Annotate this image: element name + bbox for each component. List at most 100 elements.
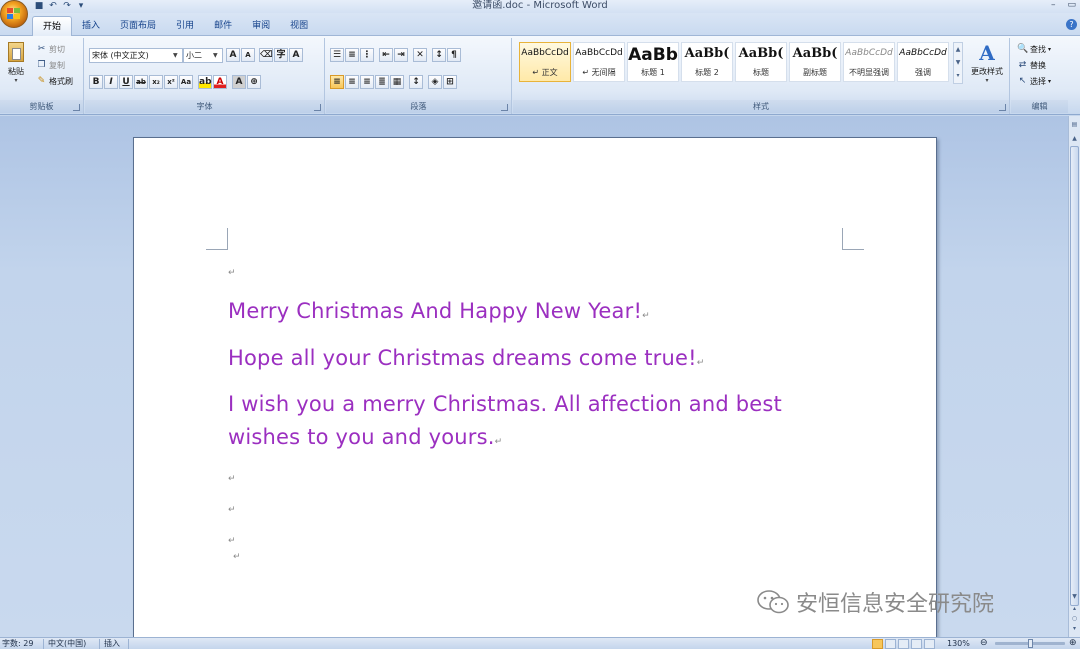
doc-line-2[interactable]: Hope all your Christmas dreams come true…	[228, 346, 705, 370]
zoom-in-icon[interactable]: ⊕	[1069, 638, 1077, 649]
align-right-icon[interactable]: ≡	[360, 75, 374, 89]
numbering-icon[interactable]: ≡	[345, 48, 359, 62]
doc-line-4[interactable]: wishes to you and yours.↵	[228, 425, 502, 449]
style-no-spacing[interactable]: AaBbCcDd ↵ 无间隔	[573, 42, 625, 82]
full-screen-view-icon[interactable]	[885, 639, 896, 649]
zoom-out-icon[interactable]: ⊖	[980, 638, 988, 649]
tab-view[interactable]: 视图	[280, 16, 318, 36]
change-styles-button[interactable]: A 更改样式 ▾	[967, 40, 1007, 84]
customize-icon[interactable]: ▾	[76, 1, 86, 11]
web-layout-view-icon[interactable]	[898, 639, 909, 649]
style-gallery-scroll[interactable]: ▲ ▼ ▾	[953, 42, 963, 84]
enclose-char-icon[interactable]: ⊕	[247, 75, 261, 89]
save-icon[interactable]: ■	[34, 1, 44, 11]
tab-home[interactable]: 开始	[32, 16, 73, 36]
bullets-icon[interactable]: ☰	[330, 48, 344, 62]
show-marks-icon[interactable]: ¶	[447, 48, 461, 62]
select-button[interactable]: ↖ 选择 ▾	[1017, 74, 1051, 88]
font-launcher-icon[interactable]	[314, 104, 321, 111]
scrollbar-thumb[interactable]	[1070, 146, 1079, 606]
scroll-up-icon[interactable]: ▲	[1070, 134, 1079, 143]
sort-icon[interactable]: ↕	[432, 48, 446, 62]
bold-icon[interactable]: B	[89, 75, 103, 89]
underline-icon[interactable]: U	[119, 75, 133, 89]
paragraph-launcher-icon[interactable]	[501, 104, 508, 111]
chinese-layout-icon[interactable]: ✕	[413, 48, 427, 62]
word-count[interactable]: 字数: 29	[2, 638, 33, 649]
align-left-icon[interactable]: ≡	[330, 75, 344, 89]
cut-button[interactable]: ✂ 剪切	[36, 42, 65, 56]
tab-page-layout[interactable]: 页面布局	[110, 16, 166, 36]
find-button[interactable]: 🔍 查找 ▾	[1017, 42, 1051, 56]
zoom-level[interactable]: 130%	[947, 638, 970, 649]
copy-button[interactable]: ❐ 复制	[36, 58, 65, 72]
distributed-icon[interactable]: ▦	[390, 75, 404, 89]
increase-indent-icon[interactable]: ⇥	[394, 48, 408, 62]
restore-button[interactable]: ▭	[1067, 0, 1076, 11]
style-normal[interactable]: AaBbCcDd ↵ 正文	[519, 42, 571, 82]
doc-line-3[interactable]: I wish you a merry Christmas. All affect…	[228, 392, 782, 416]
font-name-dropdown-icon[interactable]: ▼	[173, 49, 181, 62]
vertical-scrollbar[interactable]: ▤ ▲ ▼ ▴ ○ ▾	[1068, 116, 1080, 637]
line-spacing-icon[interactable]: ↕	[409, 75, 423, 89]
insert-mode[interactable]: 插入	[104, 638, 120, 649]
style-title[interactable]: AaBb( 标题	[735, 42, 787, 82]
format-painter-button[interactable]: ✎ 格式刷	[36, 74, 73, 88]
tab-review[interactable]: 审阅	[242, 16, 280, 36]
change-case-icon[interactable]: Aa	[179, 75, 193, 89]
scroll-down-icon[interactable]: ▼	[1070, 592, 1079, 601]
language-indicator[interactable]: 中文(中国)	[48, 638, 86, 649]
style-name: 标题 2	[695, 68, 719, 77]
help-icon[interactable]: ?	[1066, 19, 1077, 30]
zoom-slider-thumb[interactable]	[1028, 639, 1033, 648]
paste-button[interactable]: 粘贴 ▾	[6, 42, 26, 86]
next-page-icon[interactable]: ▾	[1070, 624, 1079, 633]
font-size-combo[interactable]: 小二 ▼	[183, 48, 223, 63]
justify-icon[interactable]: ≣	[375, 75, 389, 89]
redo-icon[interactable]: ↷	[62, 1, 72, 11]
tab-references[interactable]: 引用	[166, 16, 204, 36]
print-layout-view-icon[interactable]	[872, 639, 883, 649]
tab-mailings[interactable]: 邮件	[204, 16, 242, 36]
shading-icon[interactable]: ◈	[428, 75, 442, 89]
document-page[interactable]: ↵ Merry Christmas And Happy New Year!↵ H…	[133, 137, 937, 647]
grow-font-icon[interactable]: A	[226, 48, 240, 62]
borders-icon[interactable]: ⊞	[443, 75, 457, 89]
style-emphasis[interactable]: AaBbCcDd 强调	[897, 42, 949, 82]
paste-dropdown-icon[interactable]: ▾	[6, 77, 26, 84]
style-subtle-emphasis[interactable]: AaBbCcDd 不明显强调	[843, 42, 895, 82]
clear-format-icon[interactable]: ⌫	[259, 48, 273, 62]
clipboard-launcher-icon[interactable]	[73, 104, 80, 111]
italic-icon[interactable]: I	[104, 75, 118, 89]
find-dropdown-icon: ▾	[1048, 45, 1052, 53]
subscript-icon[interactable]: x₂	[149, 75, 163, 89]
style-subtitle[interactable]: AaBb( 副标题	[789, 42, 841, 82]
font-color-icon[interactable]: A	[213, 75, 227, 89]
highlight-icon[interactable]: ab	[198, 75, 212, 89]
multilevel-list-icon[interactable]: ⋮	[360, 48, 374, 62]
doc-line-1[interactable]: Merry Christmas And Happy New Year!↵	[228, 299, 650, 323]
strikethrough-icon[interactable]: ab	[134, 75, 148, 89]
draft-view-icon[interactable]	[924, 639, 935, 649]
style-heading-2[interactable]: AaBb( 标题 2	[681, 42, 733, 82]
undo-icon[interactable]: ↶	[48, 1, 58, 11]
tab-insert[interactable]: 插入	[72, 16, 110, 36]
align-center-icon[interactable]: ≡	[345, 75, 359, 89]
phonetic-guide-icon[interactable]: 字	[274, 48, 288, 62]
ruler-toggle-icon[interactable]: ▤	[1070, 120, 1079, 129]
prev-page-icon[interactable]: ▴	[1070, 604, 1079, 613]
char-shading-icon[interactable]: A	[232, 75, 246, 89]
style-heading-1[interactable]: AaBb 标题 1	[627, 42, 679, 82]
outline-view-icon[interactable]	[911, 639, 922, 649]
char-border-icon[interactable]: A	[289, 48, 303, 62]
office-button[interactable]	[0, 0, 28, 28]
font-size-dropdown-icon[interactable]: ▼	[213, 49, 221, 62]
font-name-combo[interactable]: 宋体 (中文正文) ▼	[89, 48, 183, 63]
minimize-button[interactable]: –	[1051, 0, 1056, 11]
styles-launcher-icon[interactable]	[999, 104, 1006, 111]
superscript-icon[interactable]: x²	[164, 75, 178, 89]
shrink-font-icon[interactable]: A	[241, 48, 255, 62]
browse-object-icon[interactable]: ○	[1070, 614, 1079, 623]
replace-button[interactable]: ⇄ 替换	[1017, 58, 1046, 72]
decrease-indent-icon[interactable]: ⇤	[379, 48, 393, 62]
